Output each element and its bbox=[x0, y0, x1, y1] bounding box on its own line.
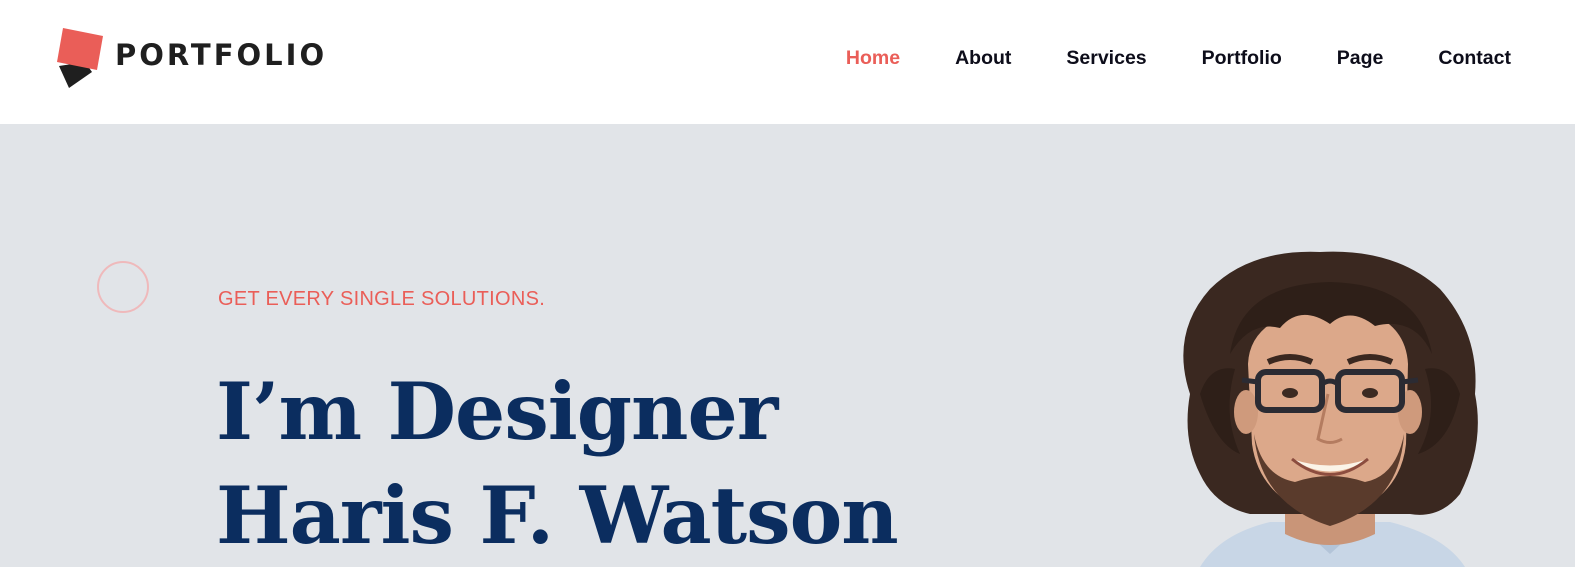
nav-item-portfolio[interactable]: Portfolio bbox=[1202, 47, 1282, 70]
nav-item-contact[interactable]: Contact bbox=[1438, 47, 1511, 70]
nav-item-page[interactable]: Page bbox=[1337, 47, 1384, 70]
nav-item-home[interactable]: Home bbox=[846, 47, 900, 70]
headline-line-2: Haris F. Watson bbox=[216, 469, 899, 562]
hero-tagline: GET EVERY SINGLE SOLUTIONS. bbox=[218, 288, 546, 310]
main-nav: Home About Services Portfolio Page Conta… bbox=[791, 47, 1511, 70]
site-header: PORTFOLIO Home About Services Portfolio … bbox=[0, 0, 1575, 124]
headline-line-1: I’m Designer bbox=[216, 365, 778, 458]
brand-logo[interactable]: PORTFOLIO bbox=[55, 26, 327, 90]
portrait-image bbox=[1183, 251, 1478, 567]
stacked-squares-logo-icon bbox=[57, 28, 103, 88]
hero-headline: I’m Designer Haris F. Watson bbox=[216, 360, 899, 567]
logo-text: PORTFOLIO bbox=[115, 38, 328, 72]
hero-section: GET EVERY SINGLE SOLUTIONS. I’m Designer… bbox=[0, 124, 1575, 567]
nav-item-about[interactable]: About bbox=[955, 47, 1011, 70]
outline-circle-icon bbox=[97, 261, 149, 313]
nav-item-services[interactable]: Services bbox=[1066, 47, 1146, 70]
